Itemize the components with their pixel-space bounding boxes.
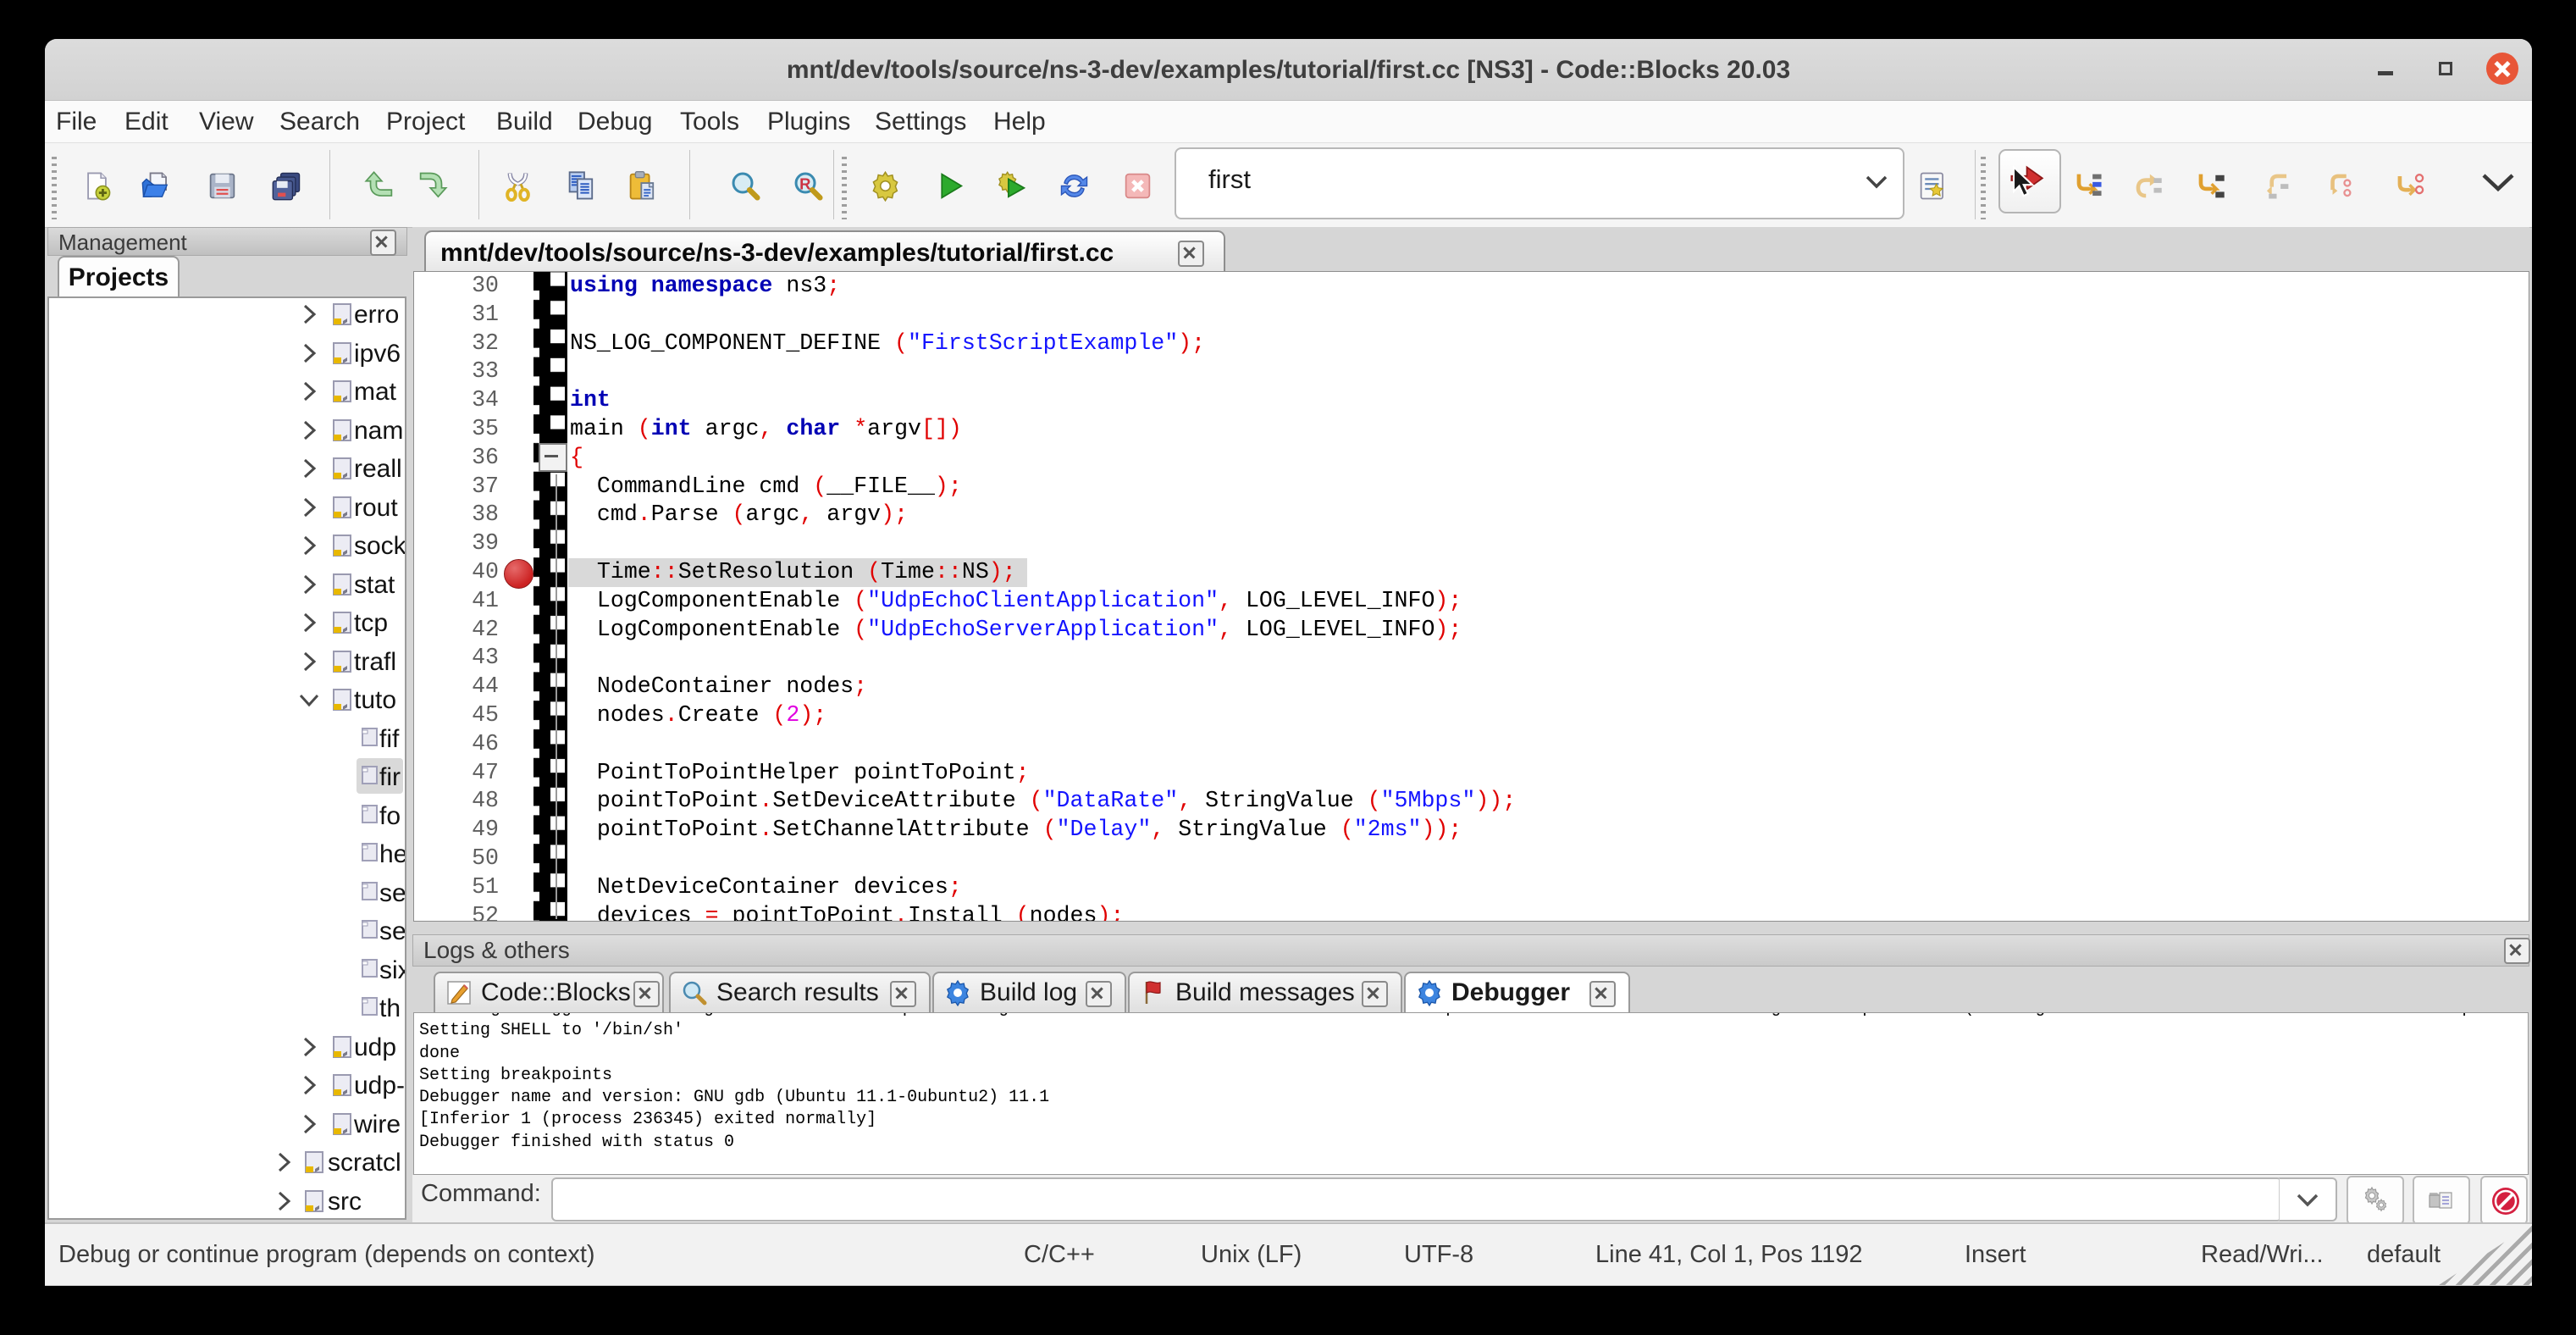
svg-text:R: R xyxy=(799,175,810,193)
